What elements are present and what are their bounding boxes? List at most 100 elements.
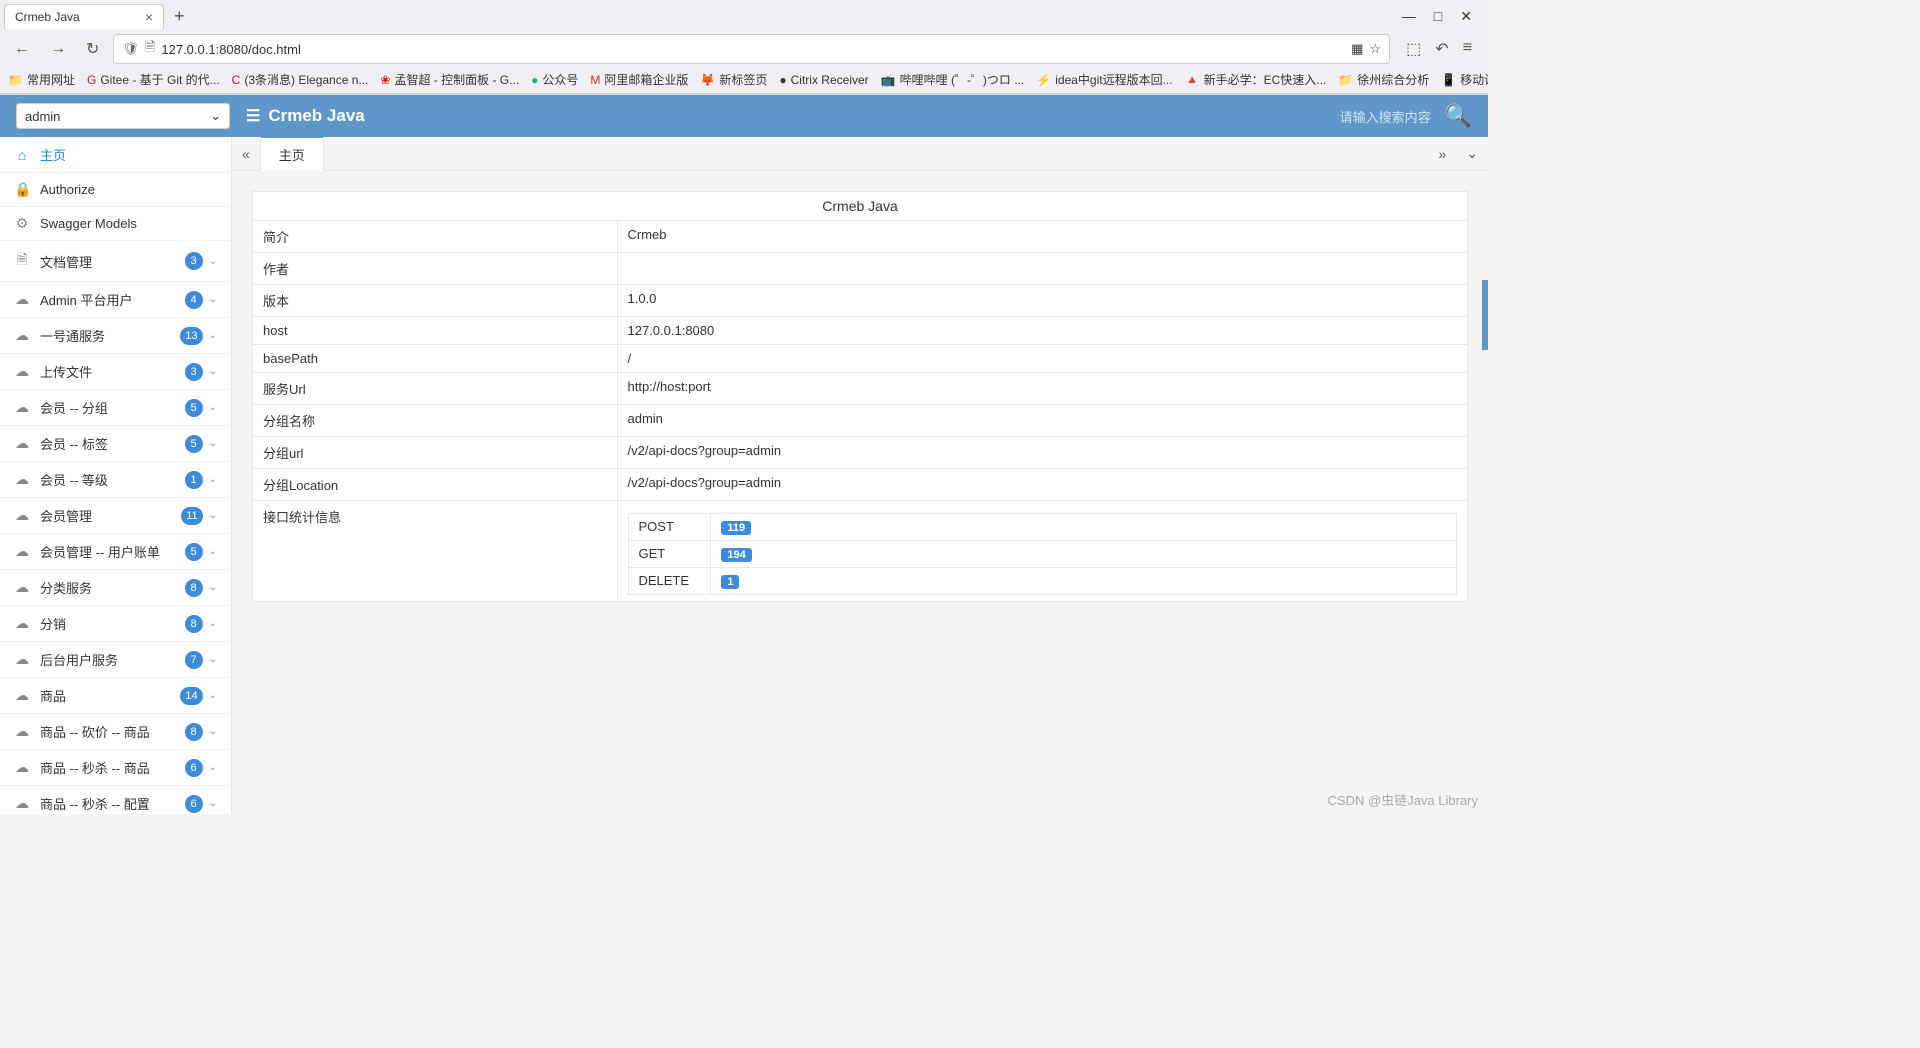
sidebar-item[interactable]: ☁分类服务8⌄ xyxy=(0,570,231,606)
app-header: admin ⌄ ☰ Crmeb Java 请输入搜索内容 🔍 xyxy=(0,95,1488,137)
bookmark-mobile[interactable]: 📱 移动设备上的书签 xyxy=(1441,71,1488,88)
info-value xyxy=(617,253,1468,285)
sidebar-item[interactable]: ☁会员 -- 标签5⌄ xyxy=(0,426,231,462)
sidebar-icon: ⌂ xyxy=(14,147,30,163)
sidebar-item[interactable]: ☁商品14⌄ xyxy=(0,678,231,714)
sidebar-label: 会员管理 xyxy=(40,506,92,525)
info-key: 分组Location xyxy=(253,469,618,501)
sidebar-badge: 3 xyxy=(185,363,203,381)
bookmark-item[interactable]: 🦊新标签页 xyxy=(700,71,767,88)
sidebar-item[interactable]: ☁商品 -- 砍价 -- 商品8⌄ xyxy=(0,714,231,750)
sidebar-icon: ☁ xyxy=(14,759,30,776)
info-key: 版本 xyxy=(253,285,618,317)
info-title: Crmeb Java xyxy=(253,192,1468,221)
sidebar-item[interactable]: ☁后台用户服务7⌄ xyxy=(0,642,231,678)
bookmark-item[interactable]: 📁徐州综合分析 xyxy=(1338,71,1429,88)
sidebar-item[interactable]: ⌂ 主页 xyxy=(0,137,231,173)
url-bar[interactable]: 🛡 🗎 127.0.0.1:8080/doc.html ▦ ☆ xyxy=(113,34,1390,64)
chevron-down-icon: ⌄ xyxy=(209,546,217,557)
sidebar-item[interactable]: ☁分销8⌄ xyxy=(0,606,231,642)
bookmark-icon: 🦊 xyxy=(700,73,715,87)
bookmark-item[interactable]: ●Citrix Receiver xyxy=(779,73,868,87)
bookmark-label: Citrix Receiver xyxy=(791,73,869,87)
tab-label: 主页 xyxy=(279,148,305,163)
bookmark-item[interactable]: 📺哔哩哔哩 (゜-゜)つロ ... xyxy=(881,71,1025,88)
undo-icon[interactable]: ↶ xyxy=(1435,39,1448,59)
sidebar-item[interactable]: 🗎文档管理3⌄ xyxy=(0,241,231,282)
maximize-button[interactable]: □ xyxy=(1434,8,1442,25)
sidebar-label: 分类服务 xyxy=(40,578,92,597)
search-area: 请输入搜索内容 🔍 xyxy=(1340,103,1472,129)
bookmark-item[interactable]: GGitee - 基于 Git 的代... xyxy=(87,71,220,88)
bookmark-label: (3条消息) Elegance n... xyxy=(244,71,368,88)
stat-count-cell: 1 xyxy=(711,568,1457,595)
sidebar-item[interactable]: 🔒Authorize xyxy=(0,173,231,207)
sidebar-icon: ☁ xyxy=(14,327,30,344)
bookmark-icon: ❀ xyxy=(380,73,390,87)
bookmark-item[interactable]: ⚡idea中git远程版本回... xyxy=(1036,71,1172,88)
close-icon[interactable]: × xyxy=(145,9,153,25)
search-placeholder[interactable]: 请输入搜索内容 xyxy=(1340,107,1431,126)
tab-prev-button[interactable]: « xyxy=(232,146,260,162)
content: Crmeb Java 简介Crmeb作者版本1.0.0host127.0.0.1… xyxy=(232,171,1488,814)
sidebar-item[interactable]: ☁商品 -- 秒杀 -- 配置6⌄ xyxy=(0,786,231,814)
menu-icon[interactable]: ≡ xyxy=(1463,39,1472,59)
table-row: POST119 xyxy=(628,514,1457,541)
bookmark-item[interactable]: 🔺新手必学：EC快速入... xyxy=(1185,71,1327,88)
extension-icon[interactable]: ⬚ xyxy=(1406,39,1421,59)
sidebar-item[interactable]: ☁一号通服务13⌄ xyxy=(0,318,231,354)
close-button[interactable]: ✕ xyxy=(1460,8,1472,25)
sidebar-item[interactable]: ☁会员 -- 分组5⌄ xyxy=(0,390,231,426)
sidebar-icon: ☁ xyxy=(14,399,30,416)
sidebar-badge: 7 xyxy=(185,651,203,669)
bookmark-item[interactable]: 📁常用网址 xyxy=(8,71,75,88)
refresh-button[interactable]: ↻ xyxy=(80,35,105,63)
window-controls: — □ ✕ xyxy=(1402,8,1484,25)
bookmark-icon: 📺 xyxy=(881,73,896,87)
hamburger-icon[interactable]: ☰ xyxy=(246,106,260,126)
browser-chrome: Crmeb Java × + — □ ✕ ← → ↻ 🛡 🗎 127.0.0.1… xyxy=(0,0,1488,95)
sidebar-item[interactable]: ☁会员管理 -- 用户账单5⌄ xyxy=(0,534,231,570)
app: admin ⌄ ☰ Crmeb Java 请输入搜索内容 🔍 ⌂ 主页 🔒Autho… xyxy=(0,95,1488,814)
qr-icon[interactable]: ▦ xyxy=(1351,41,1363,57)
info-value: Crmeb xyxy=(617,221,1468,253)
sidebar-item[interactable]: ☁上传文件3⌄ xyxy=(0,354,231,390)
tab-next-button[interactable]: » xyxy=(1428,146,1456,162)
tab-home[interactable]: 主页 xyxy=(260,137,324,171)
info-key: basePath xyxy=(253,345,618,373)
new-tab-button[interactable]: + xyxy=(164,6,195,27)
chevron-down-icon: ⌄ xyxy=(209,726,217,737)
table-row: 作者 xyxy=(253,253,1468,285)
minimize-button[interactable]: — xyxy=(1402,8,1416,25)
browser-tab[interactable]: Crmeb Java × xyxy=(4,4,164,29)
table-row: DELETE1 xyxy=(628,568,1457,595)
sidebar-item[interactable]: ☁Admin 平台用户4⌄ xyxy=(0,282,231,318)
sidebar-badge: 13 xyxy=(180,327,202,345)
tab-more-button[interactable]: ⌄ xyxy=(1456,145,1488,162)
bookmark-item[interactable]: M阿里邮箱企业版 xyxy=(590,71,688,88)
sidebar-label: 后台用户服务 xyxy=(40,650,118,669)
star-icon[interactable]: ☆ xyxy=(1369,41,1381,57)
bookmark-icon: ● xyxy=(531,73,538,87)
sidebar-item[interactable]: ☁会员 -- 等级1⌄ xyxy=(0,462,231,498)
bookmark-item[interactable]: ❀孟智超 - 控制面板 - G... xyxy=(380,71,519,88)
bookmark-item[interactable]: ●公众号 xyxy=(531,71,578,88)
sidebar-item[interactable]: ☁商品 -- 秒杀 -- 商品6⌄ xyxy=(0,750,231,786)
sidebar-item[interactable]: ☁会员管理11⌄ xyxy=(0,498,231,534)
back-button[interactable]: ← xyxy=(8,36,36,62)
search-icon[interactable]: 🔍 xyxy=(1445,103,1472,129)
app-title-text: Crmeb Java xyxy=(268,106,364,126)
info-value: 127.0.0.1:8080 xyxy=(617,317,1468,345)
stat-badge: 1 xyxy=(721,575,739,589)
forward-button[interactable]: → xyxy=(44,36,72,62)
table-row: 分组名称admin xyxy=(253,405,1468,437)
sidebar-label: 主页 xyxy=(40,145,66,164)
group-selector[interactable]: admin ⌄ xyxy=(16,103,230,129)
bookmark-label: 移动设备上的书签 xyxy=(1460,71,1488,88)
bookmark-item[interactable]: C(3条消息) Elegance n... xyxy=(232,71,369,88)
sidebar-label: 分销 xyxy=(40,614,66,633)
stat-count-cell: 194 xyxy=(711,541,1457,568)
sidebar-label: 商品 -- 秒杀 -- 配置 xyxy=(40,794,150,813)
mobile-icon: 📱 xyxy=(1441,73,1456,87)
sidebar-item[interactable]: ⚙Swagger Models xyxy=(0,207,231,241)
